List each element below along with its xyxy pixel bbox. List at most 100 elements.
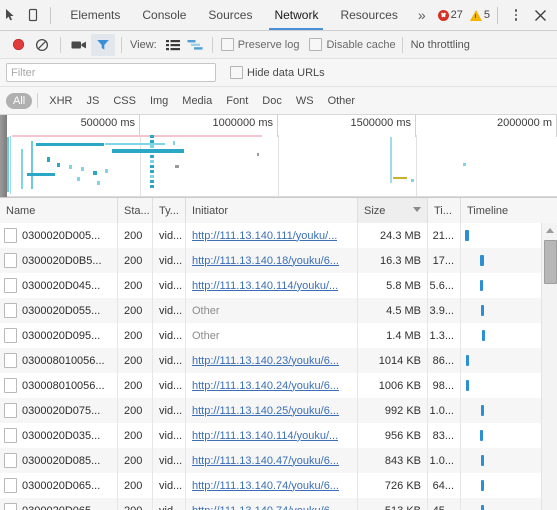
cell-initiator[interactable]: http://111.13.140.74/youku/6... xyxy=(186,473,358,498)
cell-name[interactable]: 0300020D045... xyxy=(0,273,118,298)
row-checkbox[interactable] xyxy=(4,503,17,510)
tab-network[interactable]: Network xyxy=(263,0,329,30)
list-view-icon[interactable] xyxy=(162,34,184,56)
cell-name[interactable]: 0300020D065... xyxy=(0,473,118,498)
cell-initiator[interactable]: http://111.13.140.114/youku/... xyxy=(186,273,358,298)
initiator-value[interactable]: http://111.13.140.18/youku/6... xyxy=(192,255,339,267)
preserve-log-checkbox[interactable]: Preserve log xyxy=(220,38,299,51)
type-filter-doc[interactable]: Doc xyxy=(255,93,289,109)
column-header-name[interactable]: Name xyxy=(0,198,118,223)
row-checkbox[interactable] xyxy=(4,403,17,418)
initiator-value[interactable]: http://111.13.140.25/youku/6... xyxy=(192,405,339,417)
initiator-value[interactable]: http://111.13.140.114/youku/... xyxy=(192,280,338,292)
initiator-value[interactable]: http://111.13.140.74/youku/6... xyxy=(192,480,339,492)
table-row[interactable]: 0300020D0B5... 200 vid... http://111.13.140… xyxy=(0,248,557,273)
hide-data-urls-checkbox[interactable]: Hide data URLs xyxy=(230,66,325,79)
table-row[interactable]: 030008010056... 200 vid... http://111.13.14… xyxy=(0,373,557,398)
kebab-menu-icon[interactable] xyxy=(507,3,525,27)
row-checkbox[interactable] xyxy=(4,278,17,293)
row-checkbox[interactable] xyxy=(4,428,17,443)
cell-initiator[interactable]: http://111.13.140.114/youku/... xyxy=(186,423,358,448)
throttling-select[interactable]: No throttling xyxy=(411,39,470,51)
row-checkbox[interactable] xyxy=(4,253,17,268)
tab-console[interactable]: Console xyxy=(131,0,197,30)
scrollbar-thumb[interactable] xyxy=(544,240,557,284)
initiator-value[interactable]: http://111.13.140.47/youku/6... xyxy=(192,455,339,467)
column-header-timeline[interactable]: Timeline xyxy=(461,198,557,223)
type-filter-font[interactable]: Font xyxy=(219,93,255,109)
row-checkbox[interactable] xyxy=(4,478,17,493)
row-checkbox[interactable] xyxy=(4,303,17,318)
cell-initiator[interactable]: http://111.13.140.47/youku/6... xyxy=(186,448,358,473)
cell-name[interactable]: 030008010056... xyxy=(0,348,118,373)
more-tabs-button[interactable]: » xyxy=(409,0,435,30)
table-row[interactable]: 0300020D095... 200 vid... Other 1.4 MB 1.3... xyxy=(0,323,557,348)
overview-left-handle[interactable] xyxy=(0,115,7,197)
table-row[interactable]: 0300020D065... 200 vid... http://111.13.140… xyxy=(0,498,557,510)
clear-button[interactable] xyxy=(30,33,54,57)
row-checkbox[interactable] xyxy=(4,228,17,243)
cell-name[interactable]: 0300020D0B5... xyxy=(0,248,118,273)
cell-initiator[interactable]: http://111.13.140.18/youku/6... xyxy=(186,248,358,273)
cell-name[interactable]: 0300020D075... xyxy=(0,398,118,423)
row-checkbox[interactable] xyxy=(4,328,17,343)
cell-initiator[interactable]: Other xyxy=(186,323,358,348)
filter-input[interactable] xyxy=(6,63,216,82)
table-row[interactable]: 0300020D085... 200 vid... http://111.13.140… xyxy=(0,448,557,473)
row-checkbox[interactable] xyxy=(4,353,17,368)
column-header-initiator[interactable]: Initiator xyxy=(186,198,358,223)
scroll-up-arrow-icon[interactable] xyxy=(542,223,557,238)
row-checkbox[interactable] xyxy=(4,453,17,468)
warning-count-badge[interactable]: 5 xyxy=(469,9,490,21)
network-overview[interactable]: 500000 ms 1000000 ms 1500000 ms 2000000 … xyxy=(0,115,557,198)
inspect-cursor-icon[interactable] xyxy=(0,2,22,28)
column-header-time[interactable]: Ti... xyxy=(428,198,461,223)
cell-initiator[interactable]: http://111.13.140.25/youku/6... xyxy=(186,398,358,423)
cell-name[interactable]: 0300020D085... xyxy=(0,448,118,473)
table-row[interactable]: 0300020D065... 200 vid... http://111.13.140… xyxy=(0,473,557,498)
column-header-size[interactable]: Size xyxy=(358,198,428,223)
cell-name[interactable]: 0300020D035... xyxy=(0,423,118,448)
vertical-scrollbar[interactable] xyxy=(541,223,557,510)
column-header-type[interactable]: Ty... xyxy=(153,198,186,223)
close-icon[interactable] xyxy=(527,2,553,28)
cell-name[interactable]: 0300020D065... xyxy=(0,498,118,510)
table-row[interactable]: 0300020D005... 200 vid... http://111.13.140… xyxy=(0,223,557,248)
table-row[interactable]: 0300020D035... 200 vid... http://111.13.140… xyxy=(0,423,557,448)
cell-name[interactable]: 0300020D055... xyxy=(0,298,118,323)
type-filter-other[interactable]: Other xyxy=(321,93,363,109)
initiator-value[interactable]: http://111.13.140.24/youku/6... xyxy=(192,380,339,392)
type-filter-media[interactable]: Media xyxy=(175,93,219,109)
cell-initiator[interactable]: Other xyxy=(186,298,358,323)
filter-funnel-icon[interactable] xyxy=(91,33,115,56)
type-filter-ws[interactable]: WS xyxy=(289,93,321,109)
error-count-badge[interactable]: 27 xyxy=(437,9,463,21)
cell-name[interactable]: 030008010056... xyxy=(0,373,118,398)
cell-name[interactable]: 0300020D095... xyxy=(0,323,118,348)
tab-resources[interactable]: Resources xyxy=(329,0,408,30)
initiator-value[interactable]: http://111.13.140.111/youku/... xyxy=(192,230,337,242)
initiator-value[interactable]: http://111.13.140.23/youku/6... xyxy=(192,355,339,367)
disable-cache-checkbox[interactable]: Disable cache xyxy=(309,38,396,51)
record-button[interactable] xyxy=(6,33,30,57)
tab-sources[interactable]: Sources xyxy=(197,0,263,30)
tab-elements[interactable]: Elements xyxy=(59,0,131,30)
initiator-value[interactable]: http://111.13.140.114/youku/... xyxy=(192,430,338,442)
device-toolbar-icon[interactable] xyxy=(22,2,44,28)
table-row[interactable]: 0300020D055... 200 vid... Other 4.5 MB 3.9... xyxy=(0,298,557,323)
cell-initiator[interactable]: http://111.13.140.74/youku/6... xyxy=(186,498,358,510)
type-filter-js[interactable]: JS xyxy=(79,93,106,109)
table-row[interactable]: 030008010056... 200 vid... http://111.13.14… xyxy=(0,348,557,373)
type-filter-img[interactable]: Img xyxy=(143,93,175,109)
waterfall-view-icon[interactable] xyxy=(184,34,206,56)
type-filter-all[interactable]: All xyxy=(6,92,33,109)
table-row[interactable]: 0300020D045... 200 vid... http://111.13.140… xyxy=(0,273,557,298)
cell-initiator[interactable]: http://111.13.140.24/youku/6... xyxy=(186,373,358,398)
cell-name[interactable]: 0300020D005... xyxy=(0,223,118,248)
cell-initiator[interactable]: http://111.13.140.111/youku/... xyxy=(186,223,358,248)
type-filter-xhr[interactable]: XHR xyxy=(42,93,79,109)
row-checkbox[interactable] xyxy=(4,378,17,393)
column-header-status[interactable]: Sta... xyxy=(118,198,153,223)
table-row[interactable]: 0300020D075... 200 vid... http://111.13.140… xyxy=(0,398,557,423)
initiator-value[interactable]: http://111.13.140.74/youku/6... xyxy=(192,505,339,510)
